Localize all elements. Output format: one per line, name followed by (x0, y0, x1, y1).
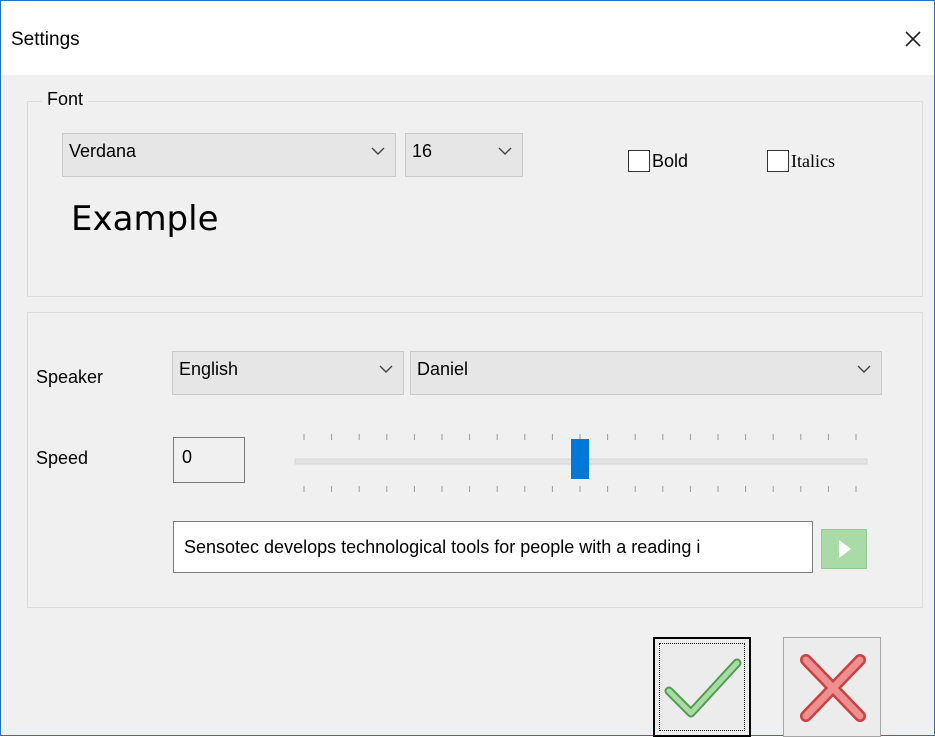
cancel-button[interactable] (783, 637, 881, 737)
sample-text-value: Sensotec develops technological tools fo… (184, 537, 701, 557)
ok-button[interactable] (653, 637, 751, 737)
speed-label: Speed (36, 448, 89, 468)
language-dropdown[interactable]: English (172, 351, 404, 395)
bold-checkbox[interactable]: Bold (628, 150, 688, 172)
title-bar: Settings (1, 1, 934, 75)
settings-dialog: Settings Font Verdana 16 Bold Italics Ex… (0, 0, 935, 737)
font-family-value: Verdana (69, 141, 137, 161)
voice-value: Daniel (417, 359, 469, 379)
speed-value: 0 (182, 447, 193, 467)
font-preview-text: Example (71, 199, 219, 239)
sample-text-field[interactable]: Sensotec develops technological tools fo… (173, 521, 813, 573)
speed-value-field[interactable]: 0 (173, 437, 245, 483)
chevron-down-icon (371, 147, 385, 155)
italics-checkbox[interactable]: Italics (767, 150, 835, 172)
font-group-legend: Font (42, 89, 89, 110)
play-button[interactable] (821, 529, 867, 569)
slider-thumb[interactable] (571, 439, 589, 479)
chevron-down-icon (379, 365, 393, 373)
italics-label: Italics (791, 150, 835, 171)
chevron-down-icon (498, 147, 512, 155)
window-title: Settings (11, 29, 80, 50)
checkmark-icon (664, 658, 742, 718)
font-family-dropdown[interactable]: Verdana (62, 133, 396, 177)
language-value: English (179, 359, 239, 379)
font-size-value: 16 (412, 141, 433, 161)
speed-slider[interactable] (291, 426, 871, 496)
play-icon (839, 540, 851, 558)
speaker-label: Speaker (36, 367, 104, 387)
font-size-dropdown[interactable]: 16 (405, 133, 523, 177)
close-button[interactable] (897, 23, 929, 55)
red-x-icon (800, 654, 866, 722)
chevron-down-icon (857, 365, 871, 373)
bold-label: Bold (652, 150, 689, 171)
italics-checkbox-box[interactable] (767, 150, 789, 172)
voice-dropdown[interactable]: Daniel (410, 351, 882, 395)
close-icon (905, 31, 921, 47)
bold-checkbox-box[interactable] (628, 150, 650, 172)
